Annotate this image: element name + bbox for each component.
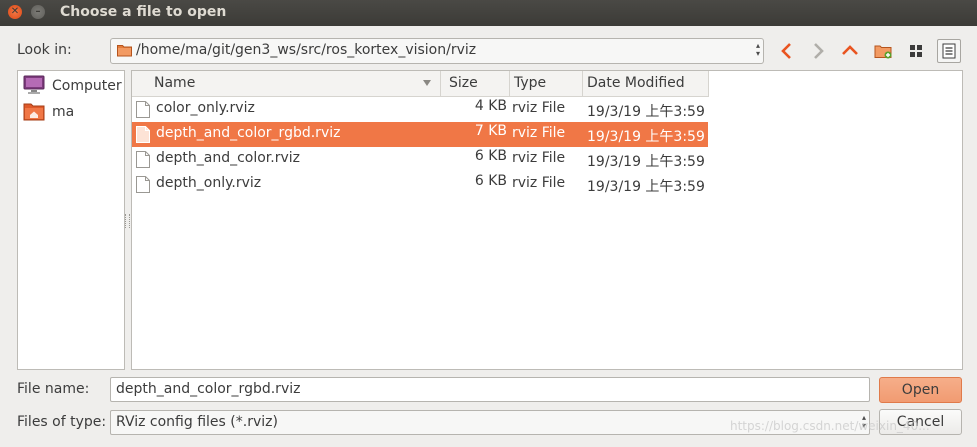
- title-bar: ✕ – Choose a file to open: [0, 0, 977, 26]
- watermark-text: https://blog.csdn.net/weixin_40...: [730, 419, 930, 433]
- file-name-label: File name:: [17, 381, 90, 397]
- folder-icon: [117, 44, 132, 61]
- list-view-button[interactable]: [937, 39, 961, 63]
- text-file-icon: [136, 151, 150, 172]
- file-row[interactable]: color_only.rviz 4 KB rviz File 19/3/19 上…: [132, 97, 708, 122]
- back-icon: [775, 43, 799, 67]
- file-date: 19/3/19 上午3:59: [587, 129, 705, 145]
- column-header-size-label: Size: [449, 75, 478, 91]
- forward-button[interactable]: [806, 39, 830, 63]
- window-title: Choose a file to open: [60, 4, 227, 20]
- look-in-label: Look in:: [17, 42, 72, 58]
- new-folder-icon: [871, 45, 895, 67]
- file-size: 4 KB: [474, 98, 507, 114]
- minimize-window-button[interactable]: –: [31, 5, 45, 19]
- sort-descending-icon: [423, 80, 431, 86]
- back-button[interactable]: [775, 39, 799, 63]
- column-header-type-label: Type: [514, 75, 547, 91]
- file-type-label: Files of type:: [17, 414, 107, 430]
- text-file-icon: [136, 126, 150, 147]
- new-folder-button[interactable]: [871, 39, 895, 63]
- file-date: 19/3/19 上午3:59: [587, 154, 705, 170]
- computer-icon: [23, 75, 45, 99]
- forward-icon: [806, 43, 830, 67]
- file-row[interactable]: depth_only.rviz 6 KB rviz File 19/3/19 上…: [132, 172, 708, 197]
- file-name: color_only.rviz: [156, 100, 255, 116]
- list-view-icon: [938, 43, 960, 66]
- file-list: Name Size Type Date Modified color_only.…: [131, 70, 963, 370]
- grid-view-button[interactable]: [904, 39, 928, 63]
- place-home[interactable]: ma: [23, 100, 123, 122]
- place-home-label: ma: [52, 104, 75, 120]
- text-file-icon: [136, 176, 150, 197]
- file-type: rviz File: [512, 100, 566, 116]
- parent-folder-icon: [838, 45, 862, 67]
- place-computer[interactable]: Computer: [23, 74, 123, 96]
- file-row-selected[interactable]: depth_and_color_rgbd.rviz 7 KB rviz File…: [132, 122, 708, 147]
- places-sidebar: Computer ma: [17, 70, 125, 370]
- close-window-button[interactable]: ✕: [8, 5, 22, 19]
- file-date: 19/3/19 上午3:59: [587, 179, 705, 195]
- column-header-type[interactable]: Type: [510, 71, 583, 97]
- file-name-input[interactable]: depth_and_color_rgbd.rviz: [110, 377, 870, 402]
- column-header-date[interactable]: Date Modified: [583, 71, 709, 97]
- file-name: depth_and_color.rviz: [156, 150, 301, 166]
- place-computer-label: Computer: [52, 78, 122, 94]
- look-in-path: /home/ma/git/gen3_ws/src/ros_kortex_visi…: [136, 42, 477, 58]
- column-header-name-label: Name: [154, 75, 196, 91]
- splitter-handle[interactable]: [125, 214, 130, 228]
- file-size: 7 KB: [474, 123, 507, 139]
- text-file-icon: [136, 101, 150, 122]
- file-name-value: depth_and_color_rgbd.rviz: [116, 381, 301, 397]
- grid-view-icon: [904, 45, 928, 67]
- file-type: rviz File: [512, 175, 566, 191]
- look-in-combo[interactable]: /home/ma/git/gen3_ws/src/ros_kortex_visi…: [110, 38, 764, 64]
- file-type: rviz File: [512, 150, 566, 166]
- file-size: 6 KB: [474, 148, 507, 164]
- file-name: depth_only.rviz: [156, 175, 262, 191]
- home-folder-icon: [23, 101, 45, 125]
- file-row[interactable]: depth_and_color.rviz 6 KB rviz File 19/3…: [132, 147, 708, 172]
- file-date: 19/3/19 上午3:59: [587, 104, 705, 120]
- file-name: depth_and_color_rgbd.rviz: [156, 125, 341, 141]
- column-header-size[interactable]: Size: [441, 71, 510, 97]
- combo-spin-icon: ▴ ▾: [755, 41, 760, 58]
- open-button[interactable]: Open: [879, 377, 962, 403]
- file-type: rviz File: [512, 125, 566, 141]
- parent-folder-button[interactable]: [838, 39, 862, 63]
- file-type-value: RViz config files (*.rviz): [116, 414, 278, 430]
- column-header-date-label: Date Modified: [587, 75, 685, 91]
- column-header-name[interactable]: Name: [132, 71, 441, 97]
- file-size: 6 KB: [474, 173, 507, 189]
